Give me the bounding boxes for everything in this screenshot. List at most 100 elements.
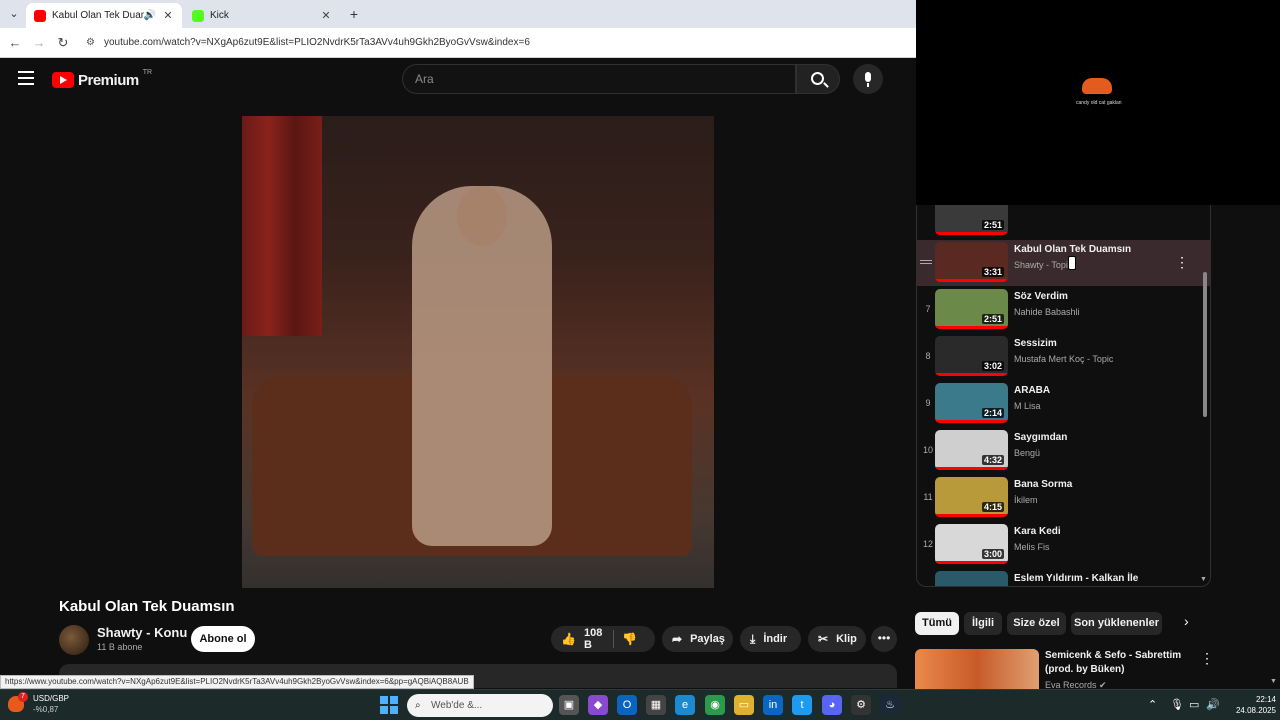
recommendation-thumbnail[interactable]	[915, 649, 1039, 689]
tray-chevron-up-icon[interactable]: ⌃	[1148, 698, 1157, 711]
chevron-right-icon[interactable]: ›	[1184, 613, 1189, 629]
clock[interactable]: 22:14 24.08.2025	[1222, 694, 1276, 716]
playlist-item[interactable]: 8 3:02 Sessizim Mustafa Mert Koç - Topic	[917, 334, 1210, 380]
clip-button[interactable]: ✂ Klip	[808, 626, 866, 652]
thumbs-up-icon[interactable]: 👍	[561, 632, 576, 646]
playlist-item[interactable]: 7 2:51 Söz Verdim Nahide Babashli	[917, 287, 1210, 333]
windows-start-icon[interactable]	[380, 696, 398, 714]
scissors-icon: ✂	[818, 632, 829, 646]
url-text: youtube.com/watch?v=NXgAp6zut9E&list=PLI…	[104, 37, 530, 48]
playlist-thumbnail[interactable]: 3:00	[935, 524, 1008, 564]
duration-badge: 3:31	[981, 267, 1004, 277]
outlook-icon[interactable]: O	[617, 695, 637, 715]
playlist-thumbnail[interactable]: 2:14	[935, 383, 1008, 423]
overlay-caption: candy old cat gaklan	[1076, 100, 1122, 106]
forward-arrow-icon[interactable]: →	[30, 34, 48, 52]
page-scroll-down-icon[interactable]: ▼	[1270, 678, 1277, 685]
speaker-icon[interactable]: 🔊	[144, 10, 156, 21]
search-button[interactable]	[796, 64, 840, 94]
tab-youtube[interactable]: Kabul Olan Tek Duamsın - Y 🔊 ✕	[26, 3, 182, 28]
playlist-item[interactable]: 132:56 Eslem Yıldırım - Kalkan İle Kaputa…	[917, 569, 1210, 586]
playlist-thumbnail[interactable]: 2:56	[935, 571, 1008, 586]
twitter-icon[interactable]: t	[792, 695, 812, 715]
playlist-item-title: Söz Verdim	[1014, 291, 1068, 302]
address-bar: ← → ↻ ⚙ youtube.com/watch?v=NXgAp6zut9E&…	[0, 28, 916, 58]
subscribe-button[interactable]: Abone ol	[191, 626, 255, 652]
playlist-item-title: Sessizim	[1014, 338, 1057, 349]
playlist-item-menu-icon[interactable]: ⋮	[1175, 254, 1189, 271]
playlist-thumbnail[interactable]: 3:31	[935, 242, 1008, 282]
playlist-thumbnail[interactable]: 2:51	[935, 289, 1008, 329]
windows-taskbar: 7 USD/GBP -%0,87 ⌕ Web'de &... ▣ ◆ O ▦ e…	[0, 689, 1280, 720]
recommendation-menu-icon[interactable]: ⋮	[1200, 650, 1214, 667]
tab-title: Kick	[210, 10, 229, 21]
close-tab-icon[interactable]: ✕	[162, 9, 174, 22]
playlist-scrollbar[interactable]	[1203, 272, 1207, 417]
floating-overlay-window[interactable]: candy old cat gaklan	[916, 0, 1280, 205]
watched-progress-bar	[935, 514, 1008, 517]
youtube-favicon-icon	[34, 9, 46, 22]
reload-icon[interactable]: ↻	[54, 34, 72, 52]
recommendation-title[interactable]: Semicenk & Sefo - Sabrettim (prod. by Bü…	[1045, 649, 1195, 677]
youtube-header: Premium TR Ara	[0, 58, 916, 102]
task-view-icon[interactable]: ▣	[559, 695, 579, 715]
copilot-icon[interactable]: ◆	[588, 695, 608, 715]
back-arrow-icon[interactable]: ←	[6, 34, 24, 52]
playlist-thumbnail[interactable]: 4:32	[935, 430, 1008, 470]
youtube-premium-logo[interactable]: Premium TR	[52, 69, 152, 90]
menu-hamburger-icon[interactable]	[18, 71, 34, 85]
tray-display-icon[interactable]: ▭	[1189, 698, 1199, 711]
taskbar-search-placeholder: Web'de &...	[431, 700, 483, 711]
voice-search-button[interactable]	[853, 64, 883, 94]
thumbs-down-icon[interactable]: 👎	[622, 632, 637, 646]
more-actions-button[interactable]: •••	[871, 626, 897, 652]
playlist-thumbnail[interactable]: 4:15	[935, 477, 1008, 517]
playlist-item[interactable]: 3:31 Kabul Olan Tek Duamsın Shawty - Topic…	[917, 240, 1210, 286]
steam-icon[interactable]: ♨	[880, 695, 900, 715]
search-input[interactable]: Ara	[402, 64, 796, 94]
tray-volume-icon[interactable]: 🔊	[1206, 698, 1220, 711]
playlist-thumbnail[interactable]: 2:51	[935, 205, 1008, 235]
linkedin-icon[interactable]: in	[763, 695, 783, 715]
watched-progress-bar	[935, 373, 1008, 376]
like-count[interactable]: 108 B	[584, 627, 605, 651]
playlist-item-title: Kara Kedi	[1014, 526, 1061, 537]
chip-related[interactable]: İlgili	[964, 612, 1002, 635]
settings-gear-icon[interactable]: ⚙	[851, 695, 871, 715]
video-player[interactable]	[242, 116, 714, 588]
tab-list-chevron-icon[interactable]: ⌄	[4, 4, 24, 24]
chrome-icon[interactable]: ◉	[705, 695, 725, 715]
playlist-item[interactable]: 11 4:15 Bana Sorma İkilem	[917, 475, 1210, 521]
new-tab-plus-icon[interactable]: +	[344, 4, 364, 24]
url-field[interactable]: ⚙ youtube.com/watch?v=NXgAp6zut9E&list=P…	[82, 33, 902, 53]
playlist-item-artist: Bengü	[1014, 448, 1041, 458]
ticker-symbol: USD/GBP	[33, 694, 70, 703]
share-button[interactable]: ➦ Paylaş	[662, 626, 733, 652]
file-explorer-icon[interactable]: ▭	[734, 695, 754, 715]
playlist-item-artist: Shawty - Topic	[1014, 260, 1073, 270]
download-button[interactable]: ⤓ İndir	[740, 626, 801, 652]
store-icon[interactable]: ▦	[646, 695, 666, 715]
site-settings-icon[interactable]: ⚙	[86, 37, 98, 49]
channel-name[interactable]: Shawty - Konu	[97, 625, 187, 640]
chip-all[interactable]: Tümü	[915, 612, 959, 635]
playlist-item[interactable]: 10 4:32 Saygımdan Bengü	[917, 428, 1210, 474]
watched-progress-bar	[935, 279, 1008, 282]
close-tab-icon[interactable]: ✕	[320, 9, 332, 22]
scroll-down-arrow-icon[interactable]: ▼	[1200, 576, 1207, 583]
chip-recently-uploaded[interactable]: Son yüklenenler	[1071, 612, 1162, 635]
playlist-item[interactable]: 2:51Tuğçe Kandemir	[917, 205, 1210, 239]
tray-mic-icon[interactable]: 🎙	[1170, 698, 1184, 711]
playlist-item[interactable]: 9 2:14 ARABA M Lisa	[917, 381, 1210, 427]
taskbar-search-input[interactable]: ⌕ Web'de &...	[407, 694, 553, 717]
clip-label: Klip	[836, 633, 857, 645]
playlist-thumbnail[interactable]: 3:02	[935, 336, 1008, 376]
edge-icon[interactable]: e	[675, 695, 695, 715]
chip-for-you[interactable]: Size özel	[1007, 612, 1066, 635]
playlist-item-title: Eslem Yıldırım - Kalkan İle Kaputaşın Ar…	[1014, 573, 1139, 584]
tab-kick[interactable]: Kick ✕	[184, 3, 340, 28]
drag-handle-icon[interactable]	[920, 260, 932, 266]
discord-icon[interactable]: ◕	[822, 695, 842, 715]
playlist-item[interactable]: 12 3:00 Kara Kedi Melis Fis	[917, 522, 1210, 568]
channel-avatar[interactable]	[59, 625, 89, 655]
